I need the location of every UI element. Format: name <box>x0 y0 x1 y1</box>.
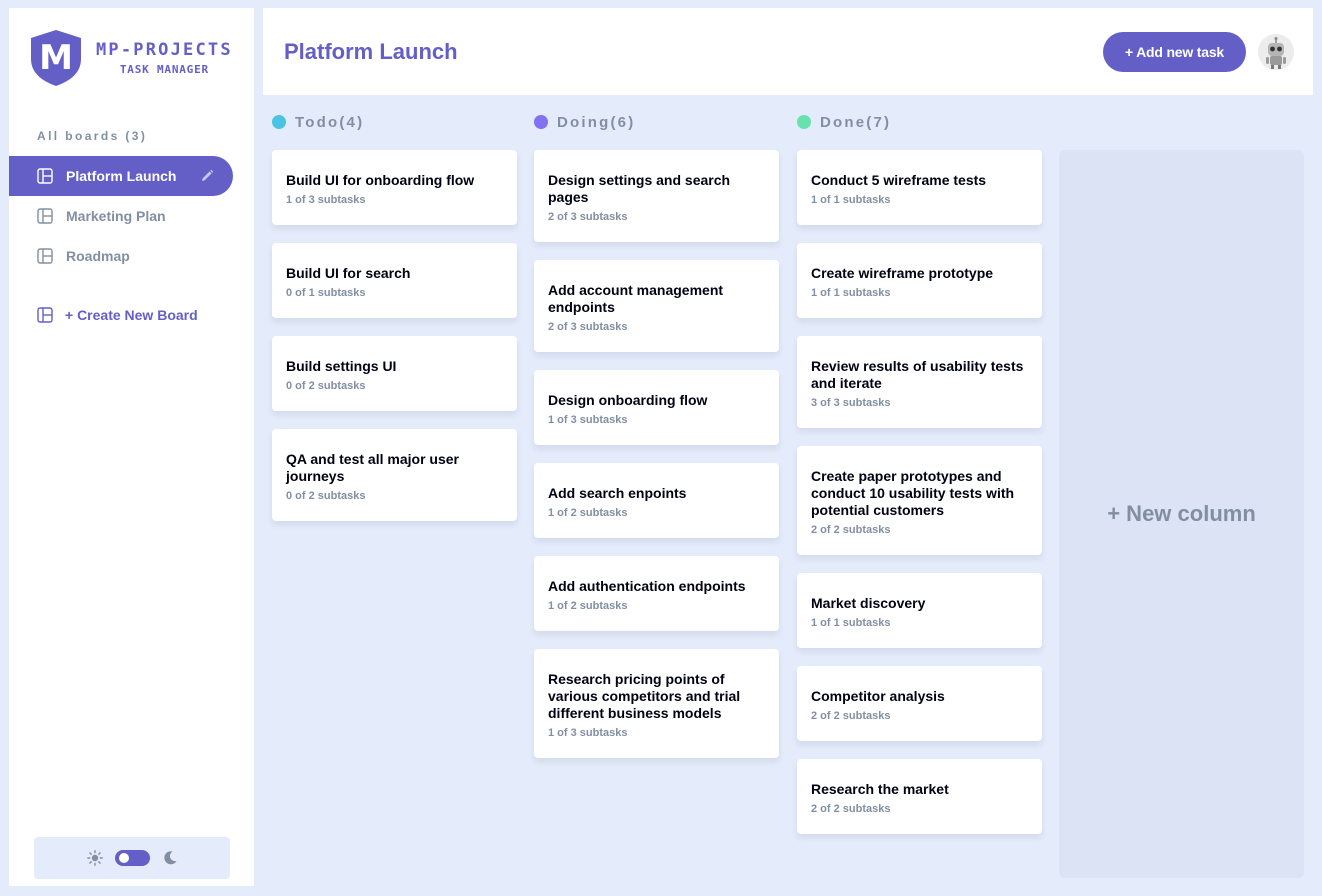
task-card[interactable]: Design onboarding flow 1 of 3 subtasks <box>534 370 779 445</box>
task-title: QA and test all major user journeys <box>286 451 459 484</box>
brand-title: MP-PROJECTS <box>96 40 233 60</box>
moon-icon <box>163 851 176 865</box>
column-title: Doing(6) <box>557 113 636 131</box>
task-subtasks: 2 of 2 subtasks <box>811 803 891 815</box>
task-subtasks: 1 of 2 subtasks <box>548 600 628 612</box>
task-title: Create wireframe prototype <box>811 265 994 281</box>
task-list: Conduct 5 wireframe tests 1 of 1 subtask… <box>797 150 1042 834</box>
task-title: Add authentication endpoints <box>548 578 746 594</box>
page-title: Platform Launch <box>284 39 458 64</box>
task-title: Build settings UI <box>286 358 397 374</box>
sidebar-item-label: Marketing Plan <box>66 208 166 224</box>
task-subtasks: 0 of 2 subtasks <box>286 380 366 392</box>
logo-letter: M <box>39 38 73 78</box>
avatar[interactable] <box>1258 34 1294 70</box>
task-title: Add search enpoints <box>548 485 687 501</box>
task-title: Add account management endpoints <box>548 282 724 315</box>
task-card[interactable]: QA and test all major user journeys 0 of… <box>272 429 517 521</box>
brand-logo[interactable]: M MP-PROJECTS TASK MANAGER <box>30 29 233 87</box>
column-header: Todo(4) <box>272 113 517 131</box>
task-title: Create paper prototypes and conduct 10 u… <box>811 468 1015 518</box>
column-todo: Todo(4) Build UI for onboarding flow 1 o… <box>272 113 517 539</box>
task-subtasks: 1 of 3 subtasks <box>548 727 628 739</box>
sidebar-item-label: Roadmap <box>66 248 130 264</box>
task-card[interactable]: Build UI for onboarding flow 1 of 3 subt… <box>272 150 517 225</box>
task-subtasks: 1 of 2 subtasks <box>548 507 628 519</box>
task-title: Design onboarding flow <box>548 392 708 408</box>
column-title: Done(7) <box>820 113 892 131</box>
task-subtasks: 1 of 1 subtasks <box>811 617 891 629</box>
task-title: Design settings and search pages <box>548 172 731 205</box>
board-list: Platform Launch Marketing Plan Roadmap <box>9 156 233 276</box>
theme-switch-knob <box>118 853 129 863</box>
theme-toggle-panel <box>34 837 230 879</box>
new-column-button[interactable]: + New column <box>1059 150 1304 878</box>
task-list: Build UI for onboarding flow 1 of 3 subt… <box>272 150 517 521</box>
task-title: Conduct 5 wireframe tests <box>811 172 987 188</box>
task-card[interactable]: Research pricing points of various compe… <box>534 649 779 758</box>
task-card[interactable]: Create wireframe prototype 1 of 1 subtas… <box>797 243 1042 318</box>
task-title: Research pricing points of various compe… <box>548 671 741 721</box>
task-card[interactable]: Research the market 2 of 2 subtasks <box>797 759 1042 834</box>
task-title: Build UI for onboarding flow <box>286 172 475 188</box>
task-card[interactable]: Build settings UI 0 of 2 subtasks <box>272 336 517 411</box>
task-subtasks: 2 of 3 subtasks <box>548 321 628 333</box>
task-card[interactable]: Add authentication endpoints 1 of 2 subt… <box>534 556 779 631</box>
brand-text: MP-PROJECTS TASK MANAGER <box>96 40 233 76</box>
task-title: Competitor analysis <box>811 688 945 704</box>
column-header: Done(7) <box>797 113 1042 131</box>
pencil-edit-icon[interactable] <box>200 169 214 183</box>
task-subtasks: 1 of 1 subtasks <box>811 194 891 206</box>
sidebar-item-roadmap[interactable]: Roadmap <box>9 236 233 276</box>
shield-logo-icon: M <box>31 30 81 86</box>
task-title: Review results of usability tests and it… <box>811 358 1024 391</box>
task-subtasks: 1 of 1 subtasks <box>811 287 891 299</box>
theme-switch[interactable] <box>114 850 150 866</box>
task-card[interactable]: Competitor analysis 2 of 2 subtasks <box>797 666 1042 741</box>
column-header: Doing(6) <box>534 113 779 131</box>
sidebar: M MP-PROJECTS TASK MANAGER All boards (3… <box>9 8 254 886</box>
add-new-task-button[interactable]: + Add new task <box>1103 32 1246 72</box>
task-subtasks: 0 of 2 subtasks <box>286 490 366 502</box>
task-card[interactable]: Design settings and search pages 2 of 3 … <box>534 150 779 242</box>
create-board-label: + Create New Board <box>65 307 198 323</box>
board-icon <box>37 208 53 224</box>
task-subtasks: 0 of 1 subtasks <box>286 287 366 299</box>
task-card[interactable]: Add search enpoints 1 of 2 subtasks <box>534 463 779 538</box>
column-status-dot <box>534 115 548 129</box>
task-title: Build UI for search <box>286 265 411 281</box>
board-icon <box>37 307 53 323</box>
task-card[interactable]: Build UI for search 0 of 1 subtasks <box>272 243 517 318</box>
sun-icon <box>86 850 103 866</box>
brand-subtitle: TASK MANAGER <box>119 63 209 76</box>
task-subtasks: 1 of 3 subtasks <box>286 194 366 206</box>
task-card[interactable]: Review results of usability tests and it… <box>797 336 1042 428</box>
sidebar-item-platform-launch[interactable]: Platform Launch <box>9 156 233 196</box>
task-subtasks: 2 of 2 subtasks <box>811 710 891 722</box>
task-card[interactable]: Conduct 5 wireframe tests 1 of 1 subtask… <box>797 150 1042 225</box>
task-card[interactable]: Create paper prototypes and conduct 10 u… <box>797 446 1042 555</box>
top-header: Platform Launch + Add new task <box>263 8 1313 95</box>
task-subtasks: 2 of 2 subtasks <box>811 524 891 536</box>
column-doing: Doing(6) Design settings and search page… <box>534 113 779 776</box>
column-title: Todo(4) <box>295 113 365 131</box>
task-card[interactable]: Market discovery 1 of 1 subtasks <box>797 573 1042 648</box>
task-subtasks: 2 of 3 subtasks <box>548 211 628 223</box>
task-subtasks: 1 of 3 subtasks <box>548 414 628 426</box>
create-new-board-button[interactable]: + Create New Board <box>9 305 198 325</box>
task-title: Market discovery <box>811 595 926 611</box>
task-title: Research the market <box>811 781 949 797</box>
task-list: Design settings and search pages 2 of 3 … <box>534 150 779 758</box>
board-icon <box>37 168 53 184</box>
sidebar-item-marketing-plan[interactable]: Marketing Plan <box>9 196 233 236</box>
robot-avatar-icon <box>1258 34 1294 70</box>
column-done: Done(7) Conduct 5 wireframe tests 1 of 1… <box>797 113 1042 852</box>
board-icon <box>37 248 53 264</box>
column-status-dot <box>797 115 811 129</box>
sidebar-item-label: Platform Launch <box>66 168 177 184</box>
column-status-dot <box>272 115 286 129</box>
task-subtasks: 3 of 3 subtasks <box>811 397 891 409</box>
all-boards-heading: All boards (3) <box>37 129 148 143</box>
task-card[interactable]: Add account management endpoints 2 of 3 … <box>534 260 779 352</box>
